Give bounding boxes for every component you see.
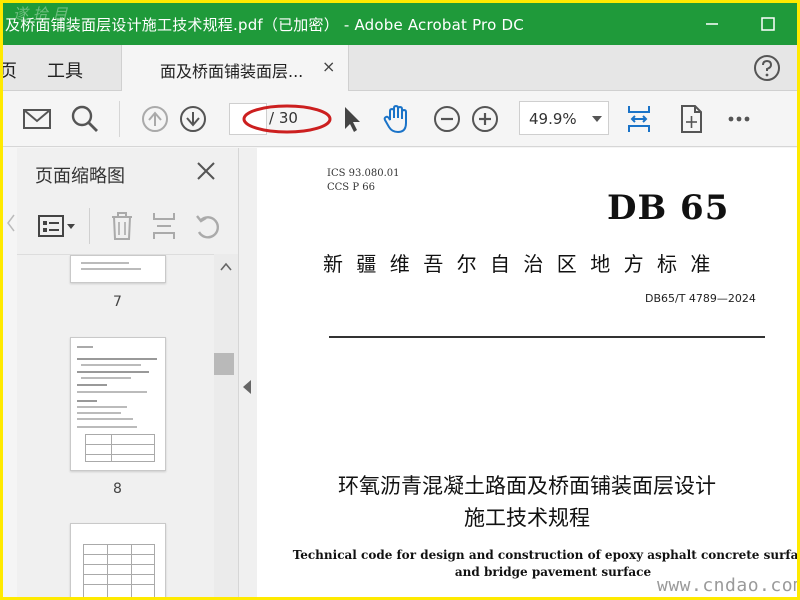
thumbnail-page[interactable] xyxy=(70,337,166,471)
left-panel-arrow-icon[interactable] xyxy=(6,213,16,233)
toolbar: / 30 xyxy=(3,91,797,147)
zoom-out-icon[interactable] xyxy=(431,103,463,135)
document-page: ICS 93.080.01 CCS P 66 DB 65 新疆维吾尔自治区地方标… xyxy=(257,148,797,597)
search-icon[interactable] xyxy=(69,103,101,135)
highlight-ellipse xyxy=(242,104,332,134)
maximize-icon xyxy=(761,17,775,31)
ccs-code: CCS P 66 xyxy=(327,182,375,193)
thumbnail-number: 8 xyxy=(113,481,122,497)
more-options-icon[interactable] xyxy=(723,103,755,135)
site-watermark: www.cndao.com xyxy=(657,575,800,596)
thumbnail-list: 7 8 xyxy=(17,254,214,597)
select-cursor-icon[interactable] xyxy=(337,103,369,135)
standard-title: 新疆维吾尔自治区地方标准 xyxy=(323,252,724,276)
next-page-icon[interactable] xyxy=(177,103,209,135)
panel-heading: 页面缩略图 xyxy=(35,166,125,187)
chinese-title-line1: 环氧沥青混凝土路面及桥面铺装面层设计 xyxy=(338,474,716,498)
thumbnail-number: 7 xyxy=(113,294,122,310)
standard-number: DB65/T 4789—2024 xyxy=(645,292,756,305)
panel-collapse-gutter[interactable] xyxy=(239,148,257,597)
thumbnail-scrollbar[interactable] xyxy=(214,254,238,597)
document-tab-label: 面及桥面铺装面层... xyxy=(160,62,304,81)
thumbnail-tools xyxy=(17,204,238,254)
tab-bar: 页 工具 面及桥面铺装面层... × xyxy=(3,45,797,91)
ics-code: ICS 93.080.01 xyxy=(327,168,400,179)
zoom-dropdown[interactable]: 49.9% xyxy=(519,101,609,135)
maximize-button[interactable] xyxy=(753,9,783,39)
insert-page-icon[interactable] xyxy=(151,210,177,242)
chevron-down-icon xyxy=(592,116,602,122)
tab-document[interactable]: 面及桥面铺装面层... × xyxy=(121,45,349,91)
minimize-icon xyxy=(706,23,718,25)
toolbar-separator xyxy=(119,101,120,137)
thumbnail-panel: 页面缩略图 7 8 xyxy=(17,148,239,597)
help-icon[interactable] xyxy=(753,54,781,82)
fit-page-icon[interactable] xyxy=(623,103,655,135)
previous-page-icon[interactable] xyxy=(139,103,171,135)
collapse-panel-icon[interactable] xyxy=(243,380,251,394)
thumbnail-page[interactable] xyxy=(70,523,166,597)
zoom-value: 49.9% xyxy=(529,110,577,128)
minimize-button[interactable] xyxy=(697,9,727,39)
app-frame: 遂 拾 目 及桥面铺装面层设计施工技术规程.pdf（已加密） - Adobe A… xyxy=(0,0,800,600)
tool-separator xyxy=(89,208,90,244)
tab-home[interactable]: 页 xyxy=(3,57,17,83)
rotate-view-icon[interactable] xyxy=(675,103,707,135)
thumbnail-options-icon[interactable] xyxy=(37,212,77,242)
chinese-title-line2: 施工技术规程 xyxy=(464,506,590,530)
tab-tools[interactable]: 工具 xyxy=(47,57,83,83)
scrollbar-thumb[interactable] xyxy=(214,353,234,375)
trash-icon[interactable] xyxy=(109,210,135,242)
english-title-line1: Technical code for design and constructi… xyxy=(292,548,797,562)
zoom-in-icon[interactable] xyxy=(469,103,501,135)
scroll-up-icon[interactable] xyxy=(220,262,232,272)
thumbnail-page[interactable] xyxy=(70,255,166,283)
mail-icon[interactable] xyxy=(21,103,53,135)
close-tab-button[interactable]: × xyxy=(322,57,335,76)
title-rule xyxy=(329,336,765,338)
undo-icon[interactable] xyxy=(193,210,221,242)
close-icon[interactable] xyxy=(195,160,217,182)
db-logo: DB 65 xyxy=(607,188,730,228)
title-bar: 遂 拾 目 及桥面铺装面层设计施工技术规程.pdf（已加密） - Adobe A… xyxy=(3,3,797,45)
hand-tool-icon[interactable] xyxy=(381,103,413,135)
window-title: 及桥面铺装面层设计施工技术规程.pdf（已加密） - Adobe Acrobat… xyxy=(5,16,524,34)
